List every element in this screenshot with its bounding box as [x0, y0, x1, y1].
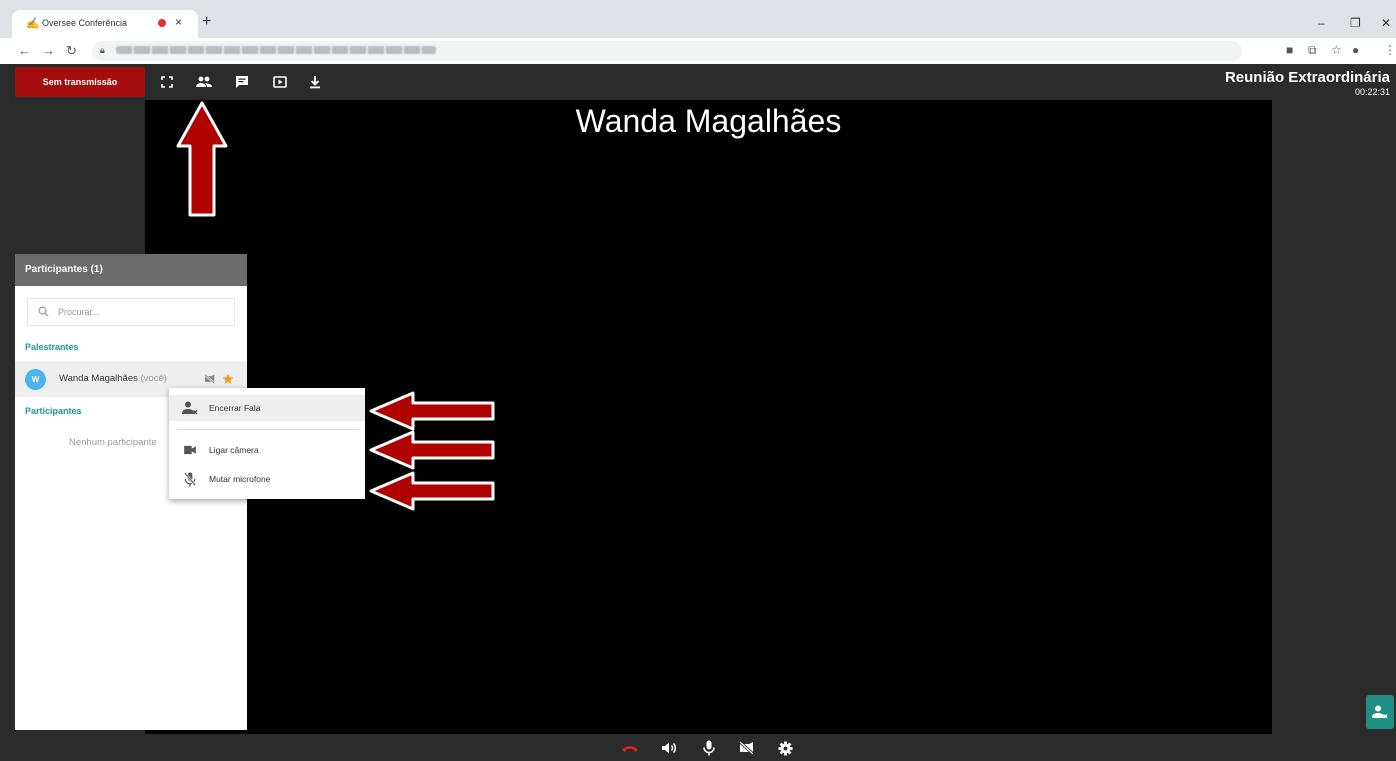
mic-off-icon — [182, 471, 198, 487]
end-speech-icon — [182, 400, 198, 416]
annotation-arrow-left-icon — [369, 391, 495, 431]
browser-menu-icon[interactable]: ⋮ — [1384, 43, 1396, 57]
camera-icon — [182, 442, 198, 458]
annotation-arrow-left-icon — [369, 430, 495, 470]
new-tab-button[interactable]: + — [202, 14, 211, 30]
forward-icon[interactable]: → — [42, 43, 55, 58]
speaker-icon[interactable] — [660, 739, 678, 757]
participants-section-title: Participantes — [25, 406, 82, 416]
empty-participants-text: Nenhum participante — [69, 437, 157, 448]
active-speaker-name: Wanda Magalhães — [575, 103, 842, 139]
you-tag: (você) — [140, 373, 167, 384]
url-field[interactable]: 🔒︎ — [92, 41, 1242, 61]
annotation-arrow-left-icon — [369, 471, 495, 511]
camera-off-icon[interactable] — [204, 374, 216, 384]
lock-icon: 🔒︎ — [100, 45, 105, 55]
fullscreen-icon[interactable] — [157, 72, 177, 92]
participant-context-menu: Encerrar Fala Ligar câmera Mutar microfo… — [169, 388, 365, 499]
participants-icon[interactable] — [194, 72, 214, 92]
menu-item-label: Mutar microfone — [209, 474, 271, 484]
tab-close-icon[interactable]: × — [175, 15, 182, 29]
participants-panel-title: Participantes (1) — [15, 254, 247, 286]
recording-indicator-icon — [158, 19, 166, 27]
oversee-favicon-icon: ✍ — [26, 18, 40, 30]
search-box — [27, 298, 235, 326]
participant-name: Wanda Magalhães — [59, 373, 138, 384]
end-speech-side-button[interactable] — [1366, 695, 1394, 729]
meeting-timer: 00:22:31 — [1354, 87, 1390, 97]
download-icon[interactable] — [305, 72, 325, 92]
speakers-section-title: Palestrantes — [25, 342, 79, 352]
back-icon[interactable]: ← — [18, 43, 31, 58]
bottom-controls — [0, 734, 1396, 761]
tab-title: Oversee Conferência — [42, 18, 128, 28]
menu-item-label: Ligar câmera — [209, 445, 259, 455]
translate-icon[interactable]: ⧉ — [1308, 43, 1317, 58]
transmission-status-button[interactable]: Sem transmissão — [15, 67, 145, 97]
browser-tab[interactable]: ✍ Oversee Conferência × — [12, 10, 198, 38]
settings-icon[interactable] — [776, 739, 794, 757]
annotation-arrow-up-icon — [176, 101, 228, 217]
close-window-icon[interactable]: ✕ — [1381, 16, 1391, 30]
search-icon — [38, 306, 49, 317]
minimize-icon[interactable]: – — [1318, 16, 1325, 30]
profile-icon[interactable]: ● — [1352, 43, 1359, 57]
menu-item-label: Encerrar Fala — [209, 403, 261, 413]
reload-icon[interactable]: ↻ — [66, 43, 77, 59]
bookmark-star-icon[interactable]: ☆ — [1331, 43, 1342, 57]
restore-icon[interactable]: ❐ — [1350, 16, 1361, 30]
menu-item-turn-on-camera[interactable]: Ligar câmera — [169, 437, 365, 463]
menu-item-mute-microphone[interactable]: Mutar microfone — [169, 466, 365, 492]
hangup-icon[interactable] — [621, 739, 639, 757]
search-input[interactable] — [56, 306, 230, 318]
browser-tabstrip: ✍ Oversee Conferência × + – ❐ ✕ — [0, 0, 1396, 38]
camera-off-icon[interactable] — [738, 739, 756, 757]
avatar: W — [25, 369, 46, 390]
end-speech-icon — [1372, 705, 1388, 719]
mic-icon[interactable] — [700, 739, 718, 757]
app-toolbar: Sem transmissão Reunião Extraordinária 0… — [0, 64, 1396, 100]
meeting-title: Reunião Extraordinária — [1224, 69, 1390, 86]
menu-item-end-speech[interactable]: Encerrar Fala — [169, 395, 365, 421]
chat-icon[interactable] — [232, 72, 252, 92]
star-icon[interactable] — [222, 373, 234, 385]
camera-permission-icon[interactable]: ■ — [1286, 43, 1293, 57]
blurred-url — [116, 46, 436, 54]
present-icon[interactable] — [270, 72, 290, 92]
participant-name-wrap: Wanda Magalhães (você) — [59, 373, 167, 384]
right-side-panel — [1272, 100, 1396, 734]
transmission-label: Sem transmissão — [42, 77, 118, 87]
address-bar: ← → ↻ 🔒︎ ■ ⧉ ☆ ● ⋮ — [0, 38, 1396, 64]
menu-divider — [177, 429, 359, 430]
